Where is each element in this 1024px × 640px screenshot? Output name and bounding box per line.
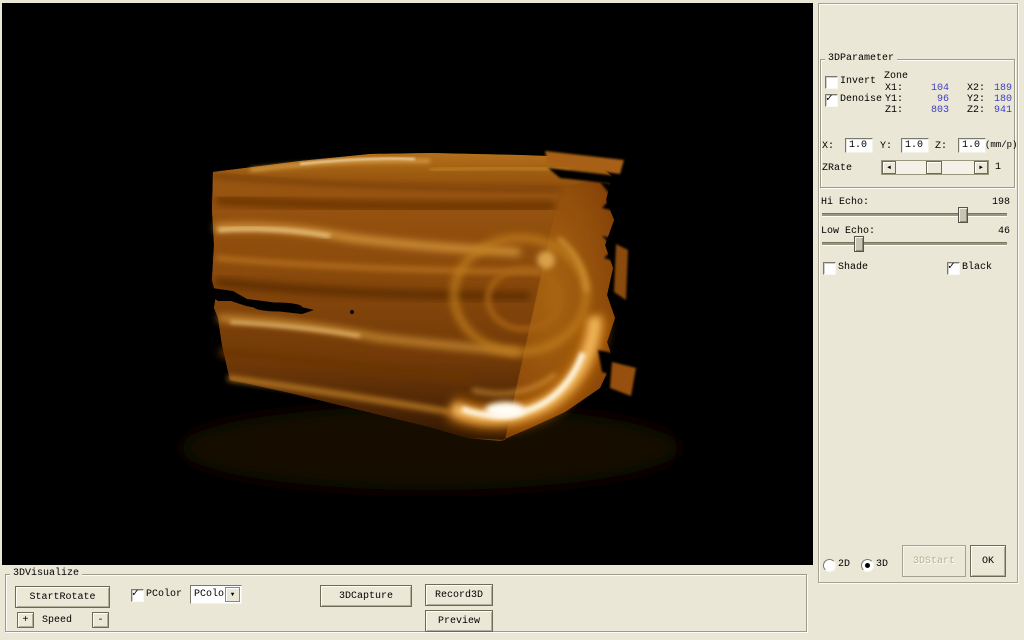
black-label: Black — [962, 262, 992, 273]
dropdown-arrow-icon[interactable]: ▼ — [225, 587, 240, 602]
preview-button[interactable]: Preview — [425, 610, 493, 632]
parameter-group-title: 3DParameter — [825, 53, 897, 65]
zrate-scroll-thumb[interactable] — [926, 161, 942, 174]
app-window: { "app": {"bg_color": "#ebe7d6", "viewpo… — [0, 0, 1024, 640]
record3d-button[interactable]: Record3D — [425, 584, 493, 606]
render-viewport[interactable] — [2, 3, 813, 565]
y-scale-label: Y: — [880, 141, 892, 152]
y-scale-input[interactable] — [901, 138, 929, 153]
scroll-right-icon: ► — [979, 164, 983, 171]
radio-dot — [865, 563, 870, 568]
shade-label: Shade — [838, 262, 868, 273]
check-icon: ✓ — [132, 588, 139, 600]
check-icon: ✓ — [826, 93, 833, 105]
z-scale-label: Z: — [935, 141, 947, 152]
mode-2d-label: 2D — [838, 559, 850, 570]
hi-echo-slider[interactable] — [822, 207, 1007, 221]
zone-z2-value: 941 — [970, 105, 1012, 116]
low-echo-slider[interactable] — [822, 236, 1007, 250]
start-rotate-button[interactable]: StartRotate — [15, 586, 110, 608]
scroll-left-icon: ◄ — [887, 164, 891, 171]
x-scale-label: X: — [822, 141, 834, 152]
scroll-left-button[interactable]: ◄ — [882, 161, 896, 174]
mode-3d-label: 3D — [876, 559, 888, 570]
voxel-unit-label: (mm/p) — [985, 140, 1017, 151]
zone-y1-label: Y1: — [885, 94, 903, 105]
zone-y1-value: 96 — [907, 94, 949, 105]
mode-2d-radio[interactable] — [823, 559, 836, 572]
visualize-group-title: 3DVisualize — [10, 568, 82, 580]
zrate-label: ZRate — [822, 163, 852, 174]
speed-label: Speed — [42, 615, 72, 626]
volume-render — [2, 3, 813, 565]
zone-x2-value: 189 — [970, 83, 1012, 94]
invert-label: Invert — [840, 76, 876, 87]
low-echo-slider-thumb[interactable] — [854, 236, 864, 252]
parameter-panel: 3DParameter ✓ Invert ✓ Denoise Zone X1: … — [814, 0, 1024, 640]
x-scale-input[interactable] — [845, 138, 873, 153]
ok-button[interactable]: OK — [970, 545, 1006, 577]
hi-echo-slider-track[interactable] — [822, 213, 1007, 217]
pcolor-checkbox[interactable]: ✓ — [131, 589, 144, 602]
parameter-group: 3DParameter ✓ Invert ✓ Denoise Zone X1: … — [820, 59, 1015, 188]
zrate-value: 1 — [995, 162, 1001, 173]
pcolor-label: PColor — [146, 589, 182, 600]
low-echo-slider-track[interactable] — [822, 242, 1007, 246]
shade-checkbox[interactable]: ✓ — [823, 262, 836, 275]
pcolor-combobox[interactable]: PColor ▼ — [190, 585, 242, 604]
check-icon: ✓ — [948, 261, 955, 273]
visualize-bar: 3DVisualize StartRotate + Speed - ✓ PCol… — [0, 565, 814, 640]
zone-title: Zone — [884, 71, 908, 82]
zone-z1-label: Z1: — [885, 105, 903, 116]
speed-plus-button[interactable]: + — [17, 612, 34, 628]
zone-x1-label: X1: — [885, 83, 903, 94]
zone-z1-value: 803 — [907, 105, 949, 116]
speed-minus-button[interactable]: - — [92, 612, 109, 628]
zone-x1-value: 104 — [907, 83, 949, 94]
invert-checkbox[interactable]: ✓ — [825, 76, 838, 89]
3dstart-button[interactable]: 3DStart — [902, 545, 966, 577]
black-checkbox[interactable]: ✓ — [947, 262, 960, 275]
scroll-right-button[interactable]: ► — [974, 161, 988, 174]
zrate-scrollbar[interactable]: ◄ ► — [881, 160, 989, 175]
hi-echo-slider-thumb[interactable] — [958, 207, 968, 223]
denoise-label: Denoise — [840, 94, 882, 105]
zone-y2-value: 180 — [970, 94, 1012, 105]
denoise-checkbox[interactable]: ✓ — [825, 94, 838, 107]
3dcapture-button[interactable]: 3DCapture — [320, 585, 412, 607]
z-scale-input[interactable] — [958, 138, 986, 153]
mode-3d-radio[interactable] — [861, 559, 874, 572]
